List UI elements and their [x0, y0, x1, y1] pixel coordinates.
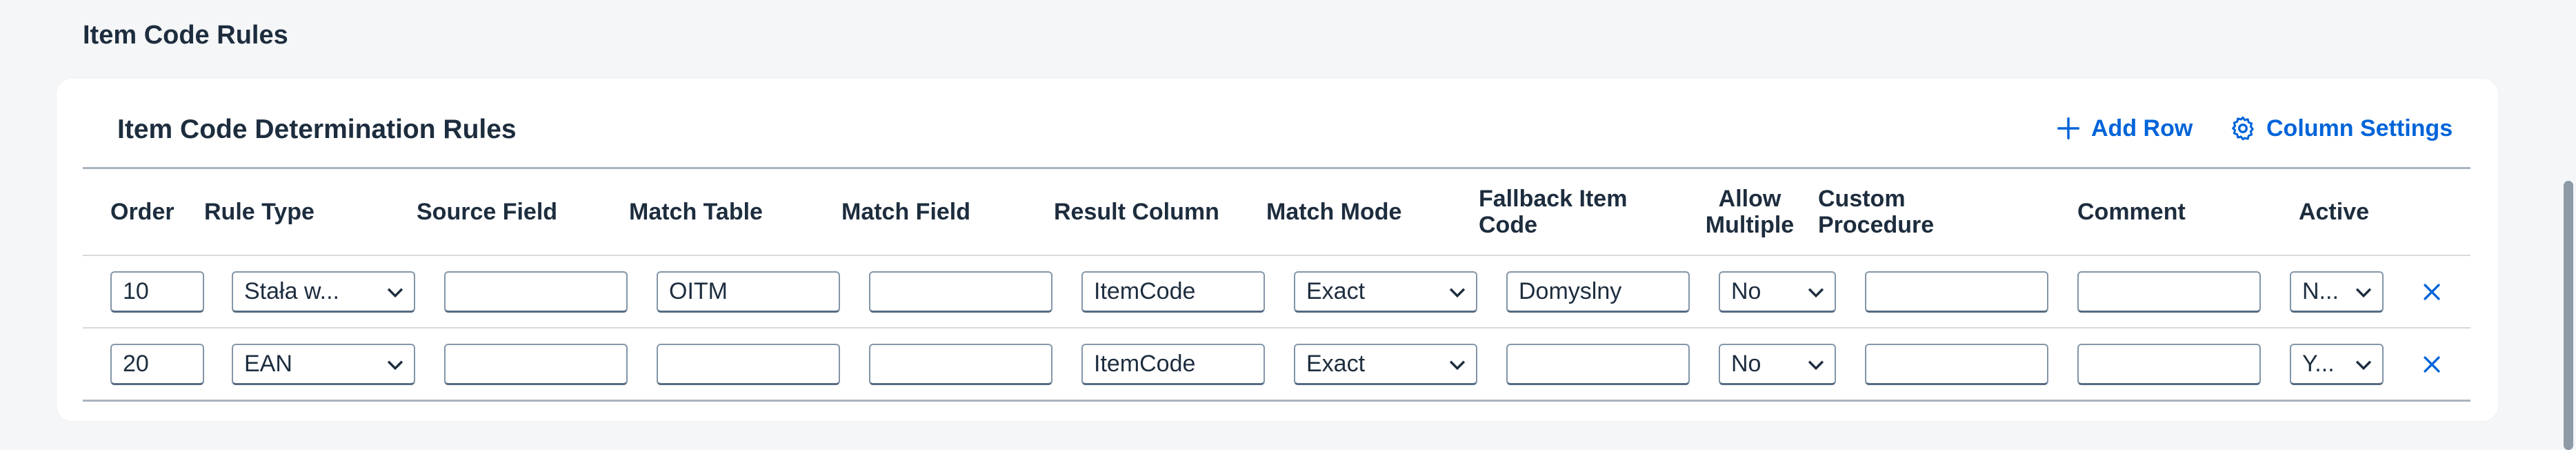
column-header-result-column: Result Column — [1054, 199, 1219, 225]
fallback-item-code-input[interactable]: Domyslny — [1506, 271, 1690, 313]
chevron-down-icon — [1808, 360, 1824, 370]
chevron-down-icon — [387, 288, 403, 297]
comment-input[interactable] — [2077, 271, 2261, 313]
vertical-scrollbar[interactable] — [2561, 0, 2576, 450]
column-header-match-field: Match Field — [841, 199, 971, 225]
active-select[interactable]: N... — [2290, 271, 2384, 313]
chevron-down-icon — [387, 360, 403, 370]
table-row: 20 EAN ItemCode Exact No Y... — [83, 329, 2470, 402]
active-select[interactable]: Y... — [2290, 344, 2384, 385]
table-header: Order Rule Type Source Field Match Table… — [83, 167, 2470, 256]
chevron-down-icon — [1449, 360, 1466, 370]
rules-table: Order Rule Type Source Field Match Table… — [83, 167, 2470, 402]
add-row-button[interactable]: Add Row — [2055, 112, 2193, 145]
gear-icon — [2232, 116, 2254, 141]
column-header-order: Order — [110, 199, 174, 225]
custom-procedure-input[interactable] — [1865, 271, 2048, 313]
source-field-input[interactable] — [444, 344, 628, 385]
column-header-allow-multiple: Allow Multiple — [1705, 186, 1795, 238]
column-settings-button[interactable]: Column Settings — [2229, 112, 2453, 145]
chevron-down-icon — [2355, 288, 2372, 297]
column-header-rule-type: Rule Type — [204, 199, 314, 225]
match-mode-select[interactable]: Exact — [1294, 344, 1477, 385]
chevron-down-icon — [2355, 360, 2372, 370]
card-title: Item Code Determination Rules — [117, 115, 517, 144]
table-row: 10 Stała w... OITM ItemCode Exact Domysl… — [83, 256, 2470, 329]
add-row-label: Add Row — [2091, 115, 2193, 141]
close-icon — [2424, 284, 2440, 300]
fallback-item-code-input[interactable] — [1506, 344, 1690, 385]
allow-multiple-select[interactable]: No — [1719, 271, 1836, 313]
plus-icon — [2057, 117, 2079, 139]
match-table-input[interactable]: OITM — [657, 271, 840, 313]
column-header-active: Active — [2298, 199, 2370, 225]
match-mode-select[interactable]: Exact — [1294, 271, 1477, 313]
result-column-input[interactable]: ItemCode — [1081, 271, 1265, 313]
order-input[interactable]: 20 — [110, 344, 204, 385]
column-header-source-field: Source Field — [417, 199, 558, 225]
column-settings-label: Column Settings — [2266, 115, 2453, 141]
allow-multiple-select[interactable]: No — [1719, 344, 1836, 385]
column-header-custom-procedure: Custom Procedure — [1818, 186, 1935, 238]
column-header-comment: Comment — [2077, 199, 2186, 225]
chevron-down-icon — [1808, 288, 1824, 297]
section-title: Item Code Rules — [83, 21, 288, 50]
rule-type-select[interactable]: Stała w... — [232, 271, 415, 313]
match-field-input[interactable] — [869, 271, 1052, 313]
close-icon — [2424, 356, 2440, 373]
custom-procedure-input[interactable] — [1865, 344, 2048, 385]
match-table-input[interactable] — [657, 344, 840, 385]
source-field-input[interactable] — [444, 271, 628, 313]
delete-row-button[interactable] — [2415, 275, 2448, 309]
delete-row-button[interactable] — [2415, 348, 2448, 381]
comment-input[interactable] — [2077, 344, 2261, 385]
match-field-input[interactable] — [869, 344, 1052, 385]
scrollbar-thumb[interactable] — [2564, 181, 2573, 450]
rules-card: Item Code Determination Rules Add Row Co… — [57, 79, 2498, 421]
result-column-input[interactable]: ItemCode — [1081, 344, 1265, 385]
chevron-down-icon — [1449, 288, 1466, 297]
column-header-match-table: Match Table — [629, 199, 763, 225]
column-header-match-mode: Match Mode — [1266, 199, 1402, 225]
column-header-fallback-item-code: Fallback Item Code — [1479, 186, 1628, 238]
order-input[interactable]: 10 — [110, 271, 204, 313]
rule-type-select[interactable]: EAN — [232, 344, 415, 385]
